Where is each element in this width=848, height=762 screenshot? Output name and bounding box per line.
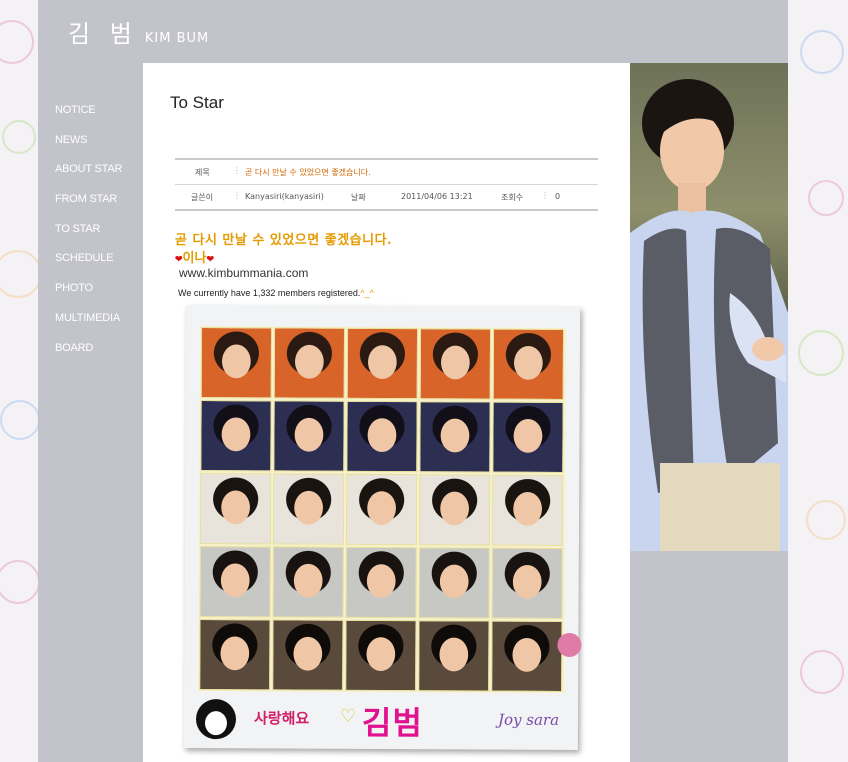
photo-tile — [199, 619, 271, 691]
photo-tile — [419, 401, 491, 473]
fan-face-icon — [195, 699, 237, 740]
background-swirl — [2, 120, 36, 154]
author-value[interactable]: Kanyasiri(kanyasiri) — [245, 192, 324, 201]
date-value: 2011/04/06 13:21 — [401, 192, 473, 201]
nav-item-news[interactable]: NEWS — [55, 126, 122, 156]
photo-tile — [345, 546, 417, 619]
photo-tile — [200, 400, 272, 472]
photo-tile — [491, 547, 563, 619]
background-swirl — [0, 20, 34, 64]
heart-icon: ♡ — [339, 705, 357, 727]
flower-icon — [557, 632, 582, 658]
post-members-line: We currently have 1,332 members register… — [178, 288, 374, 298]
love-text: 사랑해요 — [253, 709, 310, 728]
nav-item-notice[interactable]: NOTICE — [55, 96, 122, 126]
heart-icon: ❤ — [206, 255, 215, 265]
photo-tile — [272, 473, 345, 545]
nav-item-about-star[interactable]: ABOUT STAR — [55, 155, 122, 185]
page-title: To Star — [170, 93, 224, 112]
photo-tile — [345, 473, 418, 546]
views-label: 조회수 — [501, 193, 524, 202]
post-url[interactable]: www.kimbummania.com — [179, 266, 308, 280]
photo-tile — [346, 327, 419, 400]
nav-item-schedule[interactable]: SCHEDULE — [55, 244, 122, 274]
background-swirl — [800, 650, 844, 694]
subject-label: 제목 — [195, 168, 210, 177]
post-heading: 곧 다시 만날 수 있었으면 좋겠습니다. ❤이나❤ — [175, 229, 392, 266]
hero-photo-illustration — [630, 79, 788, 551]
meta-row-info: 글쓴이 ⋮ Kanyasiri(kanyasiri) 날짜 2011/04/06… — [175, 184, 598, 211]
members-smiley: ^_^ — [360, 288, 374, 298]
photo-tile — [491, 474, 564, 546]
photo-tile — [491, 620, 563, 692]
background-swirl — [0, 400, 40, 440]
post-subtitle: 이나 — [182, 251, 207, 266]
collage-signature: Joy sara — [497, 710, 560, 729]
photo-tile — [200, 327, 273, 399]
nav-item-from-star[interactable]: FROM STAR — [55, 185, 122, 215]
nav-item-multimedia[interactable]: MULTIMEDIA — [55, 304, 122, 334]
photo-tile — [346, 400, 418, 473]
photo-tile — [272, 546, 344, 618]
members-text: We currently have 1,332 members register… — [178, 288, 361, 298]
photo-tile — [492, 401, 564, 473]
date-label: 날짜 — [351, 193, 366, 202]
collage-name: 김범 — [361, 703, 423, 743]
logo-korean: 김 범 — [68, 20, 138, 48]
meta-separator: ⋮ — [233, 166, 241, 175]
photo-tile — [492, 328, 565, 400]
background-swirl — [0, 250, 42, 298]
photo-tile — [418, 547, 490, 619]
photo-tile — [345, 619, 417, 692]
background-swirl — [800, 30, 844, 74]
meta-separator: ⋮ — [541, 191, 549, 200]
photo-tile — [418, 620, 490, 692]
views-value: 0 — [555, 192, 561, 201]
nav-item-to-star[interactable]: TO STAR — [55, 215, 122, 245]
nav-item-board[interactable]: BOARD — [55, 334, 122, 364]
background-swirl — [806, 500, 846, 540]
main-nav: NOTICE NEWS ABOUT STAR FROM STAR TO STAR… — [55, 96, 122, 363]
background-swirl — [798, 330, 844, 376]
post-meta-table: 제목 ⋮ 곧 다시 만날 수 있었으면 좋겠습니다. 글쓴이 ⋮ Kanyasi… — [175, 158, 598, 211]
meta-separator: ⋮ — [233, 191, 241, 200]
author-label: 글쓴이 — [191, 193, 214, 202]
photo-tile — [418, 474, 491, 546]
photo-grid — [198, 326, 567, 693]
logo-english: KIM BUM — [144, 31, 210, 46]
background-swirl — [808, 180, 844, 216]
photo-tile — [199, 473, 272, 545]
photo-tile — [199, 546, 271, 618]
subject-value: 곧 다시 만날 수 있었으면 좋겠습니다. — [245, 168, 371, 177]
hero-photo — [630, 63, 788, 551]
nav-item-photo[interactable]: PHOTO — [55, 274, 122, 304]
site-logo[interactable]: 김 범 KIM BUM — [68, 14, 209, 49]
collage-caption: 사랑해요 ♡ 김범 Joy sara — [192, 632, 582, 745]
background-swirl — [0, 560, 40, 604]
photo-tile — [272, 619, 344, 691]
heart-icon: ❤ — [175, 255, 183, 265]
post-signature: ❤이나❤ — [175, 247, 392, 266]
photo-tile — [419, 328, 492, 400]
fan-collage-image: 사랑해요 ♡ 김범 Joy sara — [183, 304, 582, 751]
post-title: 곧 다시 만날 수 있었으면 좋겠습니다. — [175, 233, 393, 248]
meta-row-subject: 제목 ⋮ 곧 다시 만날 수 있었으면 좋겠습니다. — [175, 158, 598, 184]
photo-tile — [273, 327, 346, 399]
content-panel: To Star 제목 ⋮ 곧 다시 만날 수 있었으면 좋겠습니다. 글쓴이 ⋮… — [143, 63, 630, 762]
photo-tile — [273, 400, 345, 472]
